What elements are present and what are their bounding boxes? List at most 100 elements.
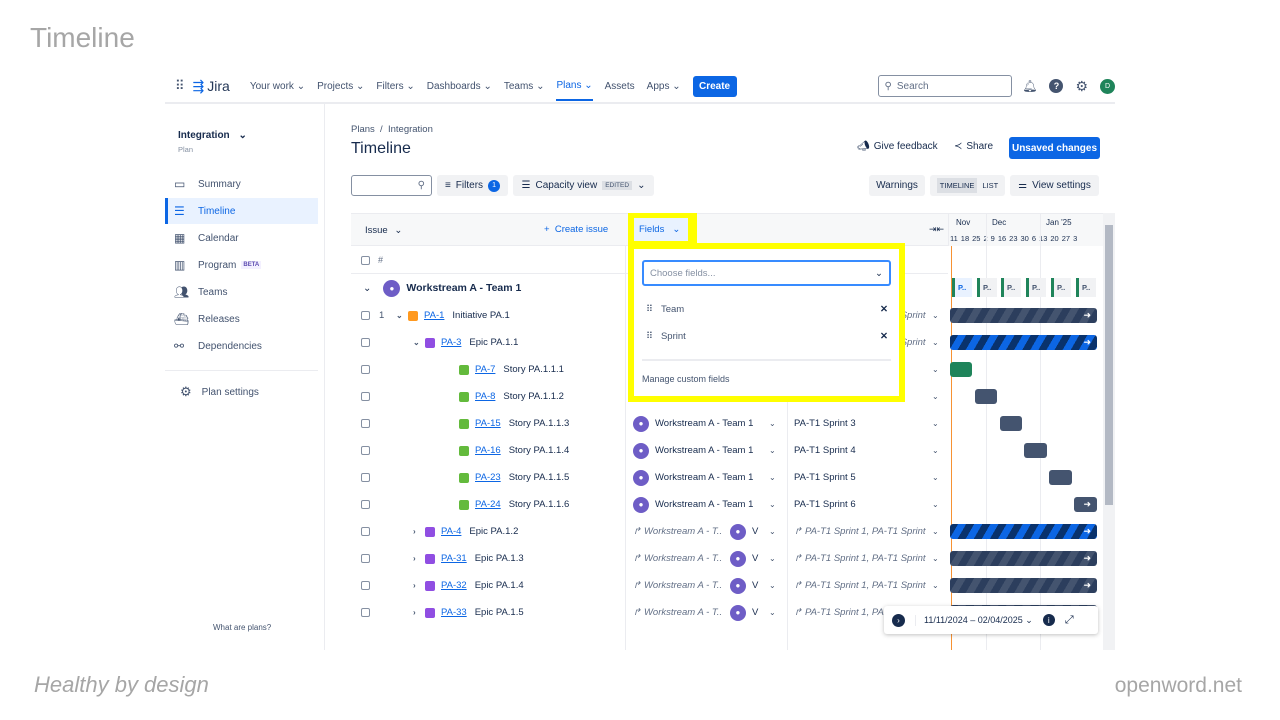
- sidebar-item-summary[interactable]: ▭ Summary: [165, 171, 318, 197]
- create-button[interactable]: Create: [692, 75, 737, 97]
- issue-key-link[interactable]: PA-4: [441, 526, 461, 537]
- issue-key-link[interactable]: PA-23: [475, 472, 501, 483]
- chevron-down-icon[interactable]: ⌄: [413, 329, 420, 356]
- issue-key-link[interactable]: PA-32: [441, 580, 467, 591]
- row-checkbox[interactable]: [361, 356, 370, 383]
- list-toggle[interactable]: LIST: [982, 181, 998, 190]
- table-row[interactable]: › PA-31 Epic PA.1.3 ↱ Workstream A - T... ● V ⌄…: [351, 545, 1103, 572]
- team-cell[interactable]: ↱ Workstream A - T... ● V: [633, 572, 783, 599]
- drag-handle-icon[interactable]: ⠿: [646, 331, 653, 342]
- checkbox[interactable]: [361, 446, 370, 455]
- checkbox[interactable]: [361, 581, 370, 590]
- issue-key-link[interactable]: PA-1: [424, 310, 444, 321]
- chevron-down-icon[interactable]: ⌄: [769, 464, 776, 491]
- chevron-down-icon[interactable]: ⌄: [769, 410, 776, 437]
- timeline-bar[interactable]: ➜: [950, 335, 1097, 350]
- sprint-chip[interactable]: P..: [1026, 278, 1046, 297]
- chevron-down-icon[interactable]: ⌄: [932, 491, 939, 518]
- collapse-columns-icon[interactable]: ⇥⇤: [929, 224, 944, 235]
- chevron-down-icon[interactable]: ⌄: [932, 518, 939, 545]
- table-row[interactable]: › PA-4 Epic PA.1.2 ↱ Workstream A - T... ● V ⌄ ↱…: [351, 518, 1103, 545]
- team-cell[interactable]: ↱ Workstream A - T... ● V: [633, 545, 783, 572]
- capacity-view-dropdown[interactable]: ☰ Capacity view EDITED ⌄: [513, 175, 654, 196]
- row-checkbox[interactable]: [361, 302, 370, 329]
- fields-button[interactable]: Fields ⌄: [634, 218, 688, 241]
- timeline-bar[interactable]: ➜: [950, 578, 1097, 593]
- issue-key-link[interactable]: PA-8: [475, 391, 495, 402]
- sidebar-item-calendar[interactable]: ▦ Calendar: [165, 225, 318, 251]
- checkbox[interactable]: [361, 311, 370, 320]
- issue-key-link[interactable]: PA-31: [441, 553, 467, 564]
- row-checkbox[interactable]: [361, 383, 370, 410]
- choose-fields-input[interactable]: Choose fields... ⌄: [642, 260, 891, 286]
- chevron-down-icon[interactable]: ⌄: [932, 356, 939, 383]
- filters-button[interactable]: ≡ Filters 1: [437, 175, 508, 196]
- issue-column-header[interactable]: Issue ⌄: [365, 225, 402, 236]
- scrollbar-thumb[interactable]: [1105, 225, 1113, 505]
- settings-icon[interactable]: ⚙: [1075, 78, 1088, 95]
- chevron-down-icon[interactable]: ⌄: [932, 545, 939, 572]
- unsaved-changes-button[interactable]: Unsaved changes: [1009, 137, 1100, 159]
- timeline-bar[interactable]: [950, 362, 972, 377]
- timeline-bar[interactable]: ➜: [1074, 497, 1097, 512]
- notifications-icon[interactable]: 🔔︎: [1022, 79, 1037, 93]
- timeline-bar[interactable]: ➜: [950, 524, 1097, 539]
- create-issue-button[interactable]: + Create issue: [544, 224, 608, 235]
- nav-item-plans[interactable]: Plans ⌄: [556, 71, 593, 101]
- sprint-cell[interactable]: PA-T1 Sprint 4: [794, 437, 929, 464]
- help-icon[interactable]: ?: [1049, 79, 1064, 93]
- fullscreen-icon[interactable]: ⤢: [1065, 614, 1074, 627]
- chevron-right-icon[interactable]: ›: [413, 572, 416, 599]
- sprint-chip[interactable]: P..: [1076, 278, 1096, 297]
- chevron-down-icon[interactable]: ⌄: [769, 491, 776, 518]
- drag-handle-icon[interactable]: ⠿: [646, 304, 653, 315]
- select-all-checkbox[interactable]: [361, 256, 370, 265]
- row-checkbox[interactable]: [361, 437, 370, 464]
- scrollbar[interactable]: [1103, 213, 1115, 650]
- team-cell[interactable]: ● Workstream A - Team 1: [633, 437, 783, 464]
- chevron-down-icon[interactable]: ⌄: [932, 437, 939, 464]
- nav-item-dashboards[interactable]: Dashboards ⌄: [427, 81, 492, 92]
- timeline-toggle[interactable]: TIMELINE: [936, 178, 978, 193]
- field-item-sprint[interactable]: ⠿ Sprint ✕: [646, 331, 888, 342]
- sprint-cell[interactable]: ↱PA-T1 Sprint 1, PA-T1 Sprint: [794, 518, 929, 545]
- sprint-chip[interactable]: P..: [977, 278, 997, 297]
- chevron-down-icon[interactable]: ⌄: [932, 464, 939, 491]
- sprint-chip[interactable]: P..: [952, 278, 972, 297]
- sprint-cell[interactable]: PA-T1 Sprint 5: [794, 464, 929, 491]
- nav-item-projects[interactable]: Projects ⌄: [317, 81, 364, 92]
- share-button[interactable]: ≺ Share: [954, 141, 993, 152]
- issue-key-link[interactable]: PA-16: [475, 445, 501, 456]
- chevron-right-icon[interactable]: ›: [413, 545, 416, 572]
- table-row[interactable]: PA-24 Story PA.1.1.6 ● Workstream A - Team …: [351, 491, 1103, 518]
- remove-field-icon[interactable]: ✕: [880, 304, 888, 315]
- chevron-down-icon[interactable]: ⌄: [769, 437, 776, 464]
- timeline-bar[interactable]: [975, 389, 997, 404]
- view-settings-button[interactable]: ⚌ View settings: [1010, 175, 1099, 196]
- nav-item-teams[interactable]: Teams ⌄: [504, 81, 545, 92]
- timeline-bar[interactable]: [1024, 443, 1047, 458]
- table-row[interactable]: PA-23 Story PA.1.1.5 ● Workstream A - Team …: [351, 464, 1103, 491]
- row-checkbox[interactable]: [361, 572, 370, 599]
- chevron-down-icon[interactable]: ⌄: [396, 302, 403, 329]
- chevron-down-icon[interactable]: ⌄: [932, 572, 939, 599]
- nav-item-yourwork[interactable]: Your work ⌄: [250, 81, 305, 92]
- timeline-bar[interactable]: [1049, 470, 1072, 485]
- chevron-down-icon[interactable]: ⌄: [932, 302, 939, 329]
- row-checkbox[interactable]: [361, 491, 370, 518]
- row-checkbox[interactable]: [361, 464, 370, 491]
- chevron-down-icon[interactable]: ⌄: [932, 383, 939, 410]
- sprint-chip[interactable]: P..: [1051, 278, 1071, 297]
- avatar[interactable]: D: [1100, 78, 1115, 94]
- checkbox[interactable]: [361, 419, 370, 428]
- checkbox[interactable]: [361, 473, 370, 482]
- chevron-down-icon[interactable]: ⌄: [769, 572, 776, 599]
- issue-key-link[interactable]: PA-3: [441, 337, 461, 348]
- remove-field-icon[interactable]: ✕: [880, 331, 888, 342]
- team-cell[interactable]: ● Workstream A - Team 1: [633, 464, 783, 491]
- chevron-down-icon[interactable]: ⌄: [769, 599, 776, 626]
- sprint-cell[interactable]: ↱PA-T1 Sprint 1, PA-T1 Sprint: [794, 545, 929, 572]
- row-checkbox[interactable]: [361, 599, 370, 626]
- chevron-down-icon[interactable]: ⌄: [769, 518, 776, 545]
- chevron-down-icon[interactable]: ⌄: [932, 329, 939, 356]
